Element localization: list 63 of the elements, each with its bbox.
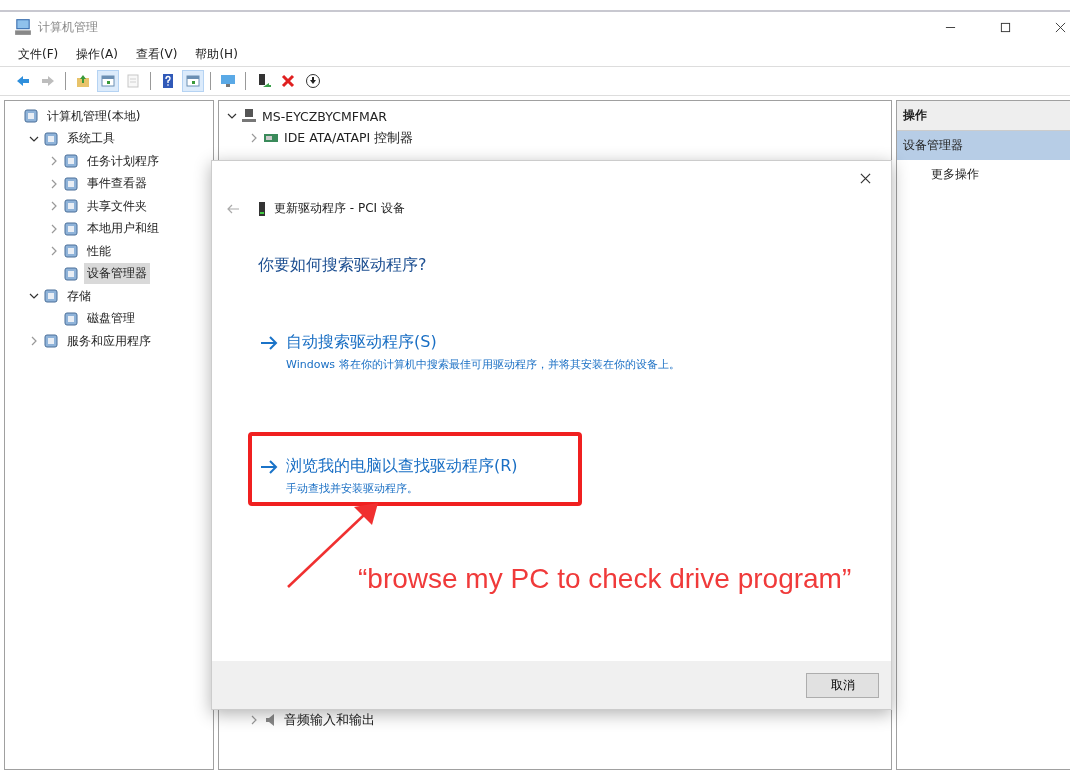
tree-item[interactable]: 音频输入和输出 [284, 711, 375, 729]
tree-node-icon [23, 108, 39, 125]
close-icon[interactable] [860, 173, 871, 184]
back-arrow-icon[interactable] [226, 203, 240, 214]
tree-item[interactable]: 存储 [64, 285, 94, 307]
tree-node-icon [63, 198, 79, 215]
window-pane-icon [185, 73, 201, 89]
tree-item[interactable]: 本地用户和组 [84, 218, 162, 240]
tree-node-icon [63, 220, 79, 237]
menu-item[interactable]: 帮助(H) [195, 45, 238, 63]
tree-toolbar-button[interactable] [97, 70, 119, 92]
tree-item[interactable]: 共享文件夹 [84, 195, 150, 217]
close-icon[interactable] [1055, 21, 1066, 33]
tree-item[interactable]: 计算机管理(本地) [44, 105, 144, 127]
option-description: Windows 将在你的计算机中搜索最佳可用驱动程序，并将其安装在你的设备上。 [286, 357, 680, 372]
tree-node-icon [43, 130, 59, 147]
annotation-caption: “browse my PC to check drive program” [358, 563, 852, 595]
tree-item[interactable]: 任务计划程序 [84, 150, 162, 172]
computer-management-icon [14, 18, 32, 36]
tree-node-icon [43, 288, 59, 305]
dialog-title: 更新驱动程序 - PCI 设备 [274, 200, 405, 217]
tree-item[interactable]: IDE ATA/ATAPI 控制器 [284, 129, 414, 147]
dialog-heading: 你要如何搜索驱动程序? [258, 255, 428, 276]
back-arrow-icon [15, 73, 31, 89]
option-link[interactable]: 自动搜索驱动程序(S) [286, 332, 680, 353]
tree-item[interactable]: MS-EYCZBYCMFMAR [262, 108, 387, 124]
device-icon [258, 200, 266, 217]
menu-item[interactable]: 文件(F) [18, 45, 59, 63]
actions-header: 操作 [897, 101, 1070, 131]
window-title: 计算机管理 [38, 18, 98, 36]
down-circle-icon [305, 73, 321, 89]
arrow-icon [260, 460, 278, 474]
option-description: 手动查找并安装驱动程序。 [286, 481, 419, 496]
tree-item[interactable]: 事件查看器 [84, 173, 150, 195]
cancel-button[interactable]: 取消 [806, 672, 879, 698]
tree-node-icon [63, 175, 79, 192]
action-item[interactable]: 更多操作 [897, 160, 1070, 183]
tree-item[interactable]: 磁盘管理 [84, 308, 138, 330]
tree-node-icon [63, 243, 79, 260]
tree-node-icon [63, 310, 79, 327]
menu-item[interactable]: 查看(V) [135, 45, 178, 63]
chevron-icon[interactable] [227, 111, 237, 121]
tree-node-icon [43, 333, 59, 350]
arrow-icon [260, 336, 278, 350]
tree-item[interactable]: 服务和应用程序 [64, 330, 154, 352]
option-link[interactable]: 浏览我的电脑以查找驱动程序(R) [286, 456, 518, 477]
tree-item[interactable]: 设备管理器 [84, 263, 150, 285]
window-pane-icon [100, 73, 116, 89]
actions-section[interactable]: 设备管理器 [897, 131, 1070, 160]
folder-up-icon [75, 73, 91, 89]
forward-arrow-icon [40, 73, 56, 89]
tree-item[interactable]: 系统工具 [64, 128, 118, 150]
menu-item[interactable]: 操作(A) [76, 45, 118, 63]
computer-icon [241, 108, 257, 124]
pane-toolbar-button[interactable] [182, 70, 204, 92]
help-icon [160, 73, 176, 89]
tree-node-icon [63, 153, 79, 170]
maximize-icon[interactable] [1000, 21, 1011, 33]
tree-node-icon [63, 265, 79, 282]
tree-item[interactable]: 性能 [84, 240, 114, 262]
document-icon [125, 73, 141, 89]
delete-icon [280, 73, 296, 89]
monitor-icon [220, 73, 236, 89]
